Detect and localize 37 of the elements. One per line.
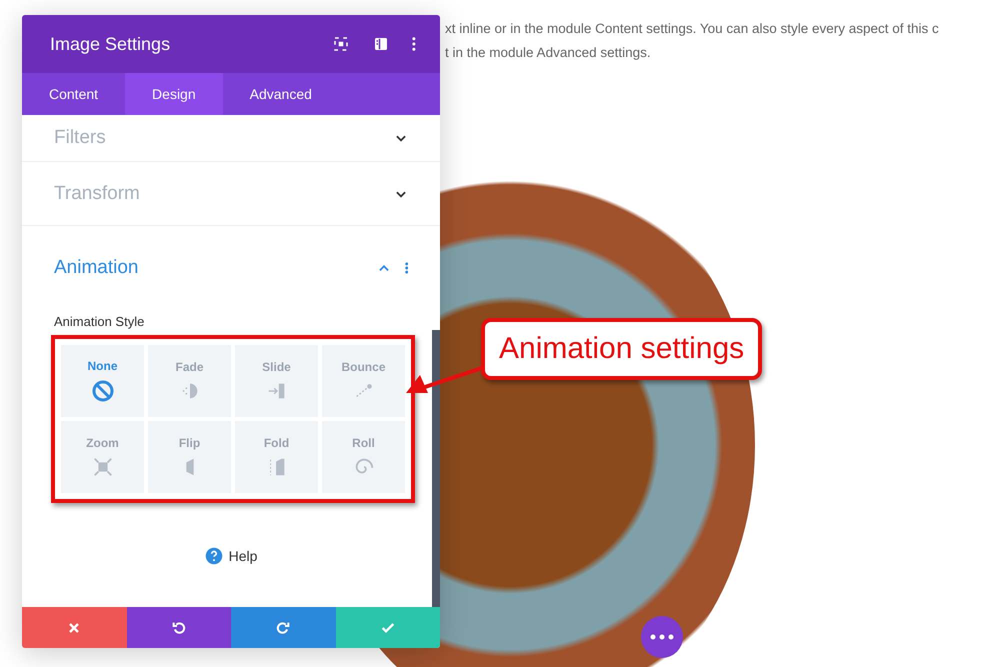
zoom-icon <box>92 456 114 478</box>
animation-option[interactable]: Fold <box>235 421 318 493</box>
undo-icon <box>170 620 187 636</box>
animation-option[interactable]: Roll <box>322 421 405 493</box>
more-icon <box>404 261 408 275</box>
animation-option[interactable]: Fade <box>148 345 231 417</box>
cancel-button[interactable] <box>22 607 126 648</box>
tab[interactable]: Content <box>22 73 126 115</box>
section-title: Filters <box>54 127 107 149</box>
body-text: t in the module Advanced settings. <box>445 44 652 62</box>
help-icon <box>204 547 223 565</box>
redo-icon <box>275 620 292 636</box>
animation-option[interactable]: Bounce <box>322 345 405 417</box>
animation-option[interactable]: Zoom <box>61 421 144 493</box>
body-text: xt inline or in the module Content settings. You can also style every aspect of this c <box>445 20 939 38</box>
more-button[interactable] <box>640 615 684 659</box>
tab[interactable]: Advanced <box>222 73 339 115</box>
fullscreen-icon <box>332 35 350 53</box>
section-header[interactable]: Filters <box>22 115 440 162</box>
scrollbar[interactable] <box>432 330 440 607</box>
undo-button[interactable] <box>126 607 231 648</box>
callout-label: Animation settings <box>481 318 762 380</box>
panel-title: Image Settings <box>50 34 172 54</box>
section-title: Animation <box>54 257 140 279</box>
prohibited-icon <box>90 379 114 403</box>
redo-button[interactable] <box>231 607 336 648</box>
save-button[interactable] <box>336 607 440 648</box>
animation-option[interactable]: None <box>61 345 144 417</box>
section-header[interactable]: Animation <box>22 226 440 310</box>
section-header[interactable]: Transform <box>22 162 440 226</box>
animation-option[interactable]: Flip <box>148 421 231 493</box>
section-title: Transform <box>54 182 141 204</box>
animation-option[interactable]: Slide <box>235 345 318 417</box>
field-label: Animation Style <box>54 314 146 329</box>
more-icon <box>412 35 416 53</box>
tab[interactable]: Design <box>125 73 223 115</box>
help-link[interactable]: Help <box>204 547 258 565</box>
